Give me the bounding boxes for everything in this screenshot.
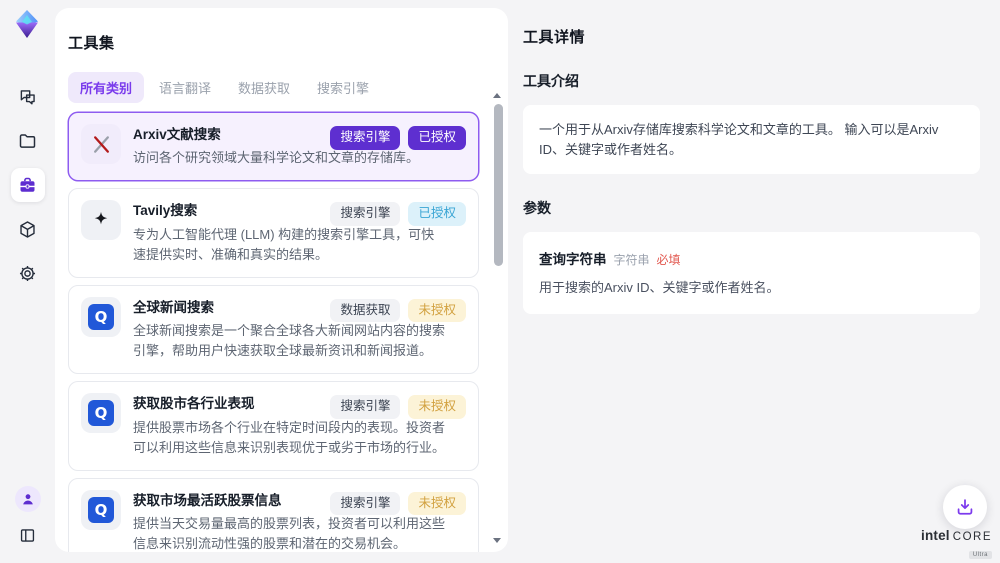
tab-2[interactable]: 数据获取 <box>226 72 302 103</box>
news-q-icon: Q <box>88 304 114 330</box>
news-q-icon: Q <box>88 400 114 426</box>
intro-text: 一个用于从Arxiv存储库搜索科学论文和文章的工具。 输入可以是Arxiv ID… <box>539 122 938 157</box>
params-heading: 参数 <box>523 198 980 218</box>
nav-files-button[interactable] <box>11 124 45 158</box>
detail-title: 工具详情 <box>523 26 980 47</box>
tool-card[interactable]: Tavily搜索 专为人工智能代理 (LLM) 构建的搜索引擎工具，可快速提供实… <box>68 188 479 278</box>
brand-core-text: CORE <box>953 532 992 544</box>
brand-ultra-badge: Ultra <box>969 551 992 559</box>
tool-card[interactable]: Q 获取市场最活跃股票信息 提供当天交易量最高的股票列表，投资者可以利用这些信息… <box>68 478 479 552</box>
category-tabs: 所有类别语言翻译数据获取搜索引擎 <box>68 72 508 103</box>
tool-card[interactable]: Q 全球新闻搜索 全球新闻搜索是一个聚合全球各大新闻网站内容的搜索引擎，帮助用户… <box>68 285 479 375</box>
app-logo-icon <box>13 9 41 39</box>
layout-panel-icon <box>18 526 37 545</box>
auth-badge: 未授权 <box>408 395 466 419</box>
tab-3[interactable]: 搜索引擎 <box>305 72 381 103</box>
tool-cards-list: Arxiv文献搜索 访问各个研究领域大量科学论文和文章的存储库。 搜索引擎 已授… <box>68 112 479 552</box>
tool-card-description: 专为人工智能代理 (LLM) 构建的搜索引擎工具，可快速提供实时、准确和真实的结… <box>133 225 445 265</box>
tab-0[interactable]: 所有类别 <box>68 72 144 103</box>
nav-chat-button[interactable] <box>11 80 45 114</box>
toolbox-icon <box>17 175 38 196</box>
intro-heading: 工具介绍 <box>523 71 980 91</box>
download-button[interactable] <box>943 485 987 529</box>
tool-card-description: 全球新闻搜索是一个聚合全球各大新闻网站内容的搜索引擎，帮助用户快速获取全球最新资… <box>133 321 445 361</box>
left-rail <box>0 0 55 563</box>
auth-badge: 未授权 <box>408 299 466 323</box>
tool-detail-panel: 工具详情 工具介绍 一个用于从Arxiv存储库搜索科学论文和文章的工具。 输入可… <box>510 0 1000 563</box>
auth-badge: 未授权 <box>408 492 466 516</box>
scrollbar-down-arrow[interactable] <box>493 538 501 543</box>
tab-1[interactable]: 语言翻译 <box>147 72 223 103</box>
category-badge: 数据获取 <box>330 299 400 323</box>
tool-icon-tile: Q <box>81 393 121 433</box>
param-name: 查询字符串 <box>539 248 607 268</box>
tool-card-description: 访问各个研究领域大量科学论文和文章的存储库。 <box>133 148 445 168</box>
param-card: 查询字符串 字符串 必填 用于搜索的Arxiv ID、关键字或作者姓名。 <box>523 232 980 314</box>
sidebar-toggle-button[interactable] <box>14 521 42 549</box>
category-badge: 搜索引擎 <box>330 126 400 150</box>
user-avatar[interactable] <box>15 486 41 512</box>
nav-settings-button[interactable] <box>11 256 45 290</box>
download-icon <box>954 496 976 518</box>
brand-intel-text: intel <box>921 529 950 543</box>
tool-icon-tile <box>81 124 121 164</box>
param-type: 字符串 <box>614 251 650 268</box>
sparkle-icon <box>90 209 112 231</box>
category-badge: 搜索引擎 <box>330 202 400 226</box>
tool-icon-tile: Q <box>81 297 121 337</box>
nav-models-button[interactable] <box>11 212 45 246</box>
tool-card-description: 提供当天交易量最高的股票列表，投资者可以利用这些信息来识别流动性强的股票和潜在的… <box>133 514 445 552</box>
scrollbar-thumb[interactable] <box>494 104 503 266</box>
intro-card: 一个用于从Arxiv存储库搜索科学论文和文章的工具。 输入可以是Arxiv ID… <box>523 105 980 174</box>
folder-icon <box>17 131 38 152</box>
nav-tools-button[interactable] <box>11 168 45 202</box>
tool-list-panel: 工具集 所有类别语言翻译数据获取搜索引擎 Arxiv文献搜索 访问各个研究领域大… <box>55 8 508 552</box>
gear-icon <box>17 263 38 284</box>
tool-icon-tile <box>81 200 121 240</box>
chat-icon <box>17 87 38 108</box>
auth-badge: 已授权 <box>408 202 466 226</box>
tool-icon-tile: Q <box>81 490 121 530</box>
category-badge: 搜索引擎 <box>330 395 400 419</box>
package-icon <box>17 219 38 240</box>
page-title: 工具集 <box>68 32 508 53</box>
scrollbar-up-arrow[interactable] <box>493 93 501 98</box>
rail-bottom <box>0 486 55 549</box>
category-badge: 搜索引擎 <box>330 492 400 516</box>
tool-card[interactable]: Q 获取股市各行业表现 提供股票市场各个行业在特定时间段内的表现。投资者可以利用… <box>68 381 479 471</box>
user-icon <box>20 491 36 507</box>
tool-card[interactable]: Arxiv文献搜索 访问各个研究领域大量科学论文和文章的存储库。 搜索引擎 已授… <box>68 112 479 181</box>
tool-card-description: 提供股票市场各个行业在特定时间段内的表现。投资者可以利用这些信息来识别表现优于或… <box>133 418 445 458</box>
arxiv-icon <box>90 133 113 156</box>
intel-core-logo: intel CORE Ultra <box>930 529 992 560</box>
news-q-icon: Q <box>88 497 114 523</box>
rail-nav <box>0 80 55 290</box>
auth-badge: 已授权 <box>408 126 466 150</box>
param-description: 用于搜索的Arxiv ID、关键字或作者姓名。 <box>539 277 964 296</box>
param-required-flag: 必填 <box>657 251 681 268</box>
